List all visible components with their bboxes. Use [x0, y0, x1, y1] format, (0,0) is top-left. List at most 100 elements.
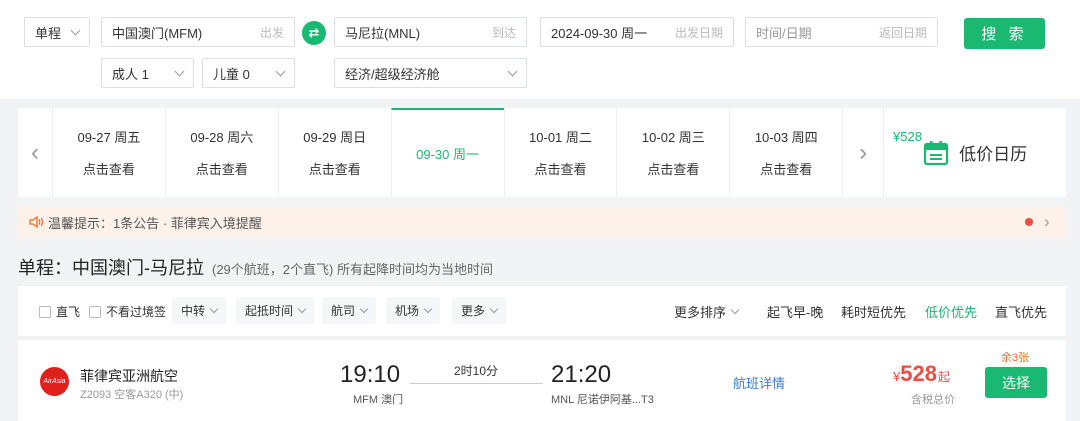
tax-note: 含税总价 — [911, 394, 955, 406]
arrival-time: 21:20 — [551, 361, 612, 388]
to-city-value: 马尼拉(MNL) — [345, 25, 421, 41]
date-cell[interactable]: 09-29 周日 点击查看 — [277, 108, 391, 197]
depart-date-value: 2024-09-30 周一 — [551, 25, 648, 41]
search-button[interactable]: 搜 索 — [964, 18, 1045, 49]
checkbox-label: 直飞 — [56, 305, 81, 319]
date-cell[interactable]: 10-01 周二 点击查看 — [503, 108, 617, 197]
date-price: ¥528 — [893, 129, 922, 144]
filter-transfer[interactable]: 中转 — [172, 297, 227, 324]
calendar-label: 低价日历 — [959, 145, 1028, 164]
chevron-down-icon — [423, 304, 433, 314]
chevron-down-icon — [70, 25, 81, 35]
flight-price: ¥ 528 起 — [893, 361, 950, 387]
date-label: 09-30 周一 — [416, 147, 480, 162]
to-city-hint: 到达 — [491, 25, 516, 40]
flight-details-link[interactable]: 航班详情 — [733, 373, 785, 392]
select-flight-button[interactable]: 选择 — [985, 367, 1047, 398]
seats-left-badge: 余3张 — [1001, 352, 1030, 364]
chevron-down-icon — [359, 304, 369, 314]
chevron-down-icon — [297, 304, 307, 314]
calendar-icon — [923, 140, 949, 165]
unread-dot — [1025, 218, 1033, 226]
sort-direct-first[interactable]: 直飞优先 — [995, 302, 1047, 321]
chevron-down-icon — [209, 304, 219, 314]
sort-label: 起飞早-晚 — [767, 305, 824, 320]
price-value: 528 — [900, 361, 937, 386]
flight-row: AirAsia 菲律宾亚洲航空 Z2093 空客A320 (中) 19:10 M… — [18, 340, 1066, 421]
return-date-hint: 返回日期 — [878, 25, 927, 40]
notice-bar[interactable]: 温馨提示：1条公告 · 菲律宾入境提醒 › — [18, 207, 1066, 237]
cabin-value: 经济/超级经济舱 — [345, 66, 440, 82]
filter-label: 航司 — [331, 304, 356, 318]
more-sort-dropdown[interactable]: 更多排序 — [674, 302, 740, 321]
chevron-right-icon[interactable]: › — [842, 108, 883, 197]
sort-label: 直飞优先 — [995, 305, 1048, 320]
filter-label: 机场 — [395, 304, 420, 318]
filter-label: 中转 — [181, 304, 206, 318]
price-currency: ¥ — [893, 369, 901, 384]
filter-airline[interactable]: 航司 — [322, 297, 377, 324]
adults-select[interactable]: 成人 1 — [101, 58, 194, 88]
sort-lowest-price[interactable]: 低价优先 — [925, 302, 977, 321]
date-cell[interactable]: 10-02 周三 点击查看 — [616, 108, 729, 197]
date-label: 09-28 周六 — [190, 130, 254, 145]
date-price: 点击查看 — [308, 162, 361, 177]
date-cell[interactable]: 10-03 周四 点击查看 — [729, 108, 842, 197]
date-price: 点击查看 — [647, 162, 700, 177]
swap-icon[interactable]: ⇄ — [302, 21, 326, 45]
date-cell[interactable]: 09-28 周六 点击查看 — [164, 108, 278, 197]
filter-airport[interactable]: 机场 — [386, 297, 441, 324]
checkbox-icon — [89, 305, 101, 318]
search-panel: 单程 中国澳门(MFM) 出发 ⇄ 马尼拉(MNL) 到达 2024-09-30… — [0, 0, 1080, 99]
depart-date-input[interactable]: 2024-09-30 周一 出发日期 — [540, 17, 734, 47]
filter-label: 更多 — [461, 304, 486, 318]
filter-label: 起抵时间 — [245, 304, 294, 318]
date-price: 点击查看 — [760, 162, 813, 177]
children-value: 儿童 0 — [213, 66, 250, 82]
chevron-down-icon — [489, 304, 499, 314]
to-city-input[interactable]: 马尼拉(MNL) 到达 — [334, 17, 527, 47]
sort-shortest[interactable]: 耗时短优先 — [841, 302, 906, 321]
chevron-down-icon — [507, 66, 518, 76]
children-select[interactable]: 儿童 0 — [202, 58, 295, 88]
no-transit-visa-checkbox[interactable]: 不看过境签 — [89, 303, 166, 320]
date-label: 09-27 周五 — [77, 130, 141, 145]
sort-label: 更多排序 — [674, 305, 727, 320]
arrival-airport: MNL 尼诺伊阿基...T3 — [551, 394, 654, 406]
page-title: 单程：中国澳门-马尼拉 — [18, 258, 204, 278]
from-city-hint: 出发 — [259, 25, 284, 40]
date-cell[interactable]: 09-27 周五 点击查看 — [51, 108, 165, 197]
sort-label: 耗时短优先 — [841, 305, 907, 320]
date-cell-selected[interactable]: 09-30 周一 ¥528 — [390, 108, 922, 197]
airline-logo: AirAsia — [40, 367, 69, 396]
date-label: 10-02 周三 — [641, 130, 705, 145]
checkbox-label: 不看过境签 — [106, 305, 167, 319]
from-city-input[interactable]: 中国澳门(MFM) 出发 — [101, 17, 295, 47]
duration-line — [410, 383, 543, 384]
return-date-input[interactable]: 时间/日期 返回日期 — [745, 17, 938, 47]
speaker-icon — [29, 215, 43, 229]
filter-time[interactable]: 起抵时间 — [236, 297, 315, 324]
airline-name: 菲律宾亚洲航空 — [80, 368, 178, 384]
cabin-select[interactable]: 经济/超级经济舱 — [334, 58, 527, 88]
date-strip: ‹ 09-27 周五 点击查看 09-28 周六 点击查看 09-29 周日 点… — [18, 108, 1066, 197]
date-price: 点击查看 — [534, 162, 587, 177]
direct-only-checkbox[interactable]: 直飞 — [39, 303, 80, 320]
flight-duration: 2时10分 — [454, 364, 499, 378]
filter-bar: 直飞 不看过境签 中转 起抵时间 航司 机场 更多 更多排序 起飞早-晚 耗时短… — [18, 286, 1066, 336]
chevron-right-icon[interactable]: › — [1044, 212, 1050, 232]
chevron-down-icon — [174, 66, 185, 76]
filter-more[interactable]: 更多 — [452, 297, 507, 324]
date-label: 10-03 周四 — [754, 130, 818, 145]
depart-date-hint: 出发日期 — [674, 25, 723, 40]
sort-label: 低价优先 — [925, 305, 978, 320]
sort-depart-early[interactable]: 起飞早-晚 — [767, 302, 823, 321]
route-title: 单程：中国澳门-马尼拉 (29个航班，2个直飞) 所有起降时间均为当地时间 — [18, 254, 493, 280]
trip-type-select[interactable]: 单程 — [24, 17, 90, 47]
low-price-calendar-button[interactable]: 低价日历 — [883, 108, 1066, 197]
chevron-left-icon[interactable]: ‹ — [18, 108, 52, 197]
date-price: 点击查看 — [82, 162, 135, 177]
route-subtitle: (29个航班，2个直飞) 所有起降时间均为当地时间 — [212, 262, 493, 277]
departure-airport: MFM 澳门 — [353, 394, 404, 406]
adults-value: 成人 1 — [112, 66, 149, 82]
